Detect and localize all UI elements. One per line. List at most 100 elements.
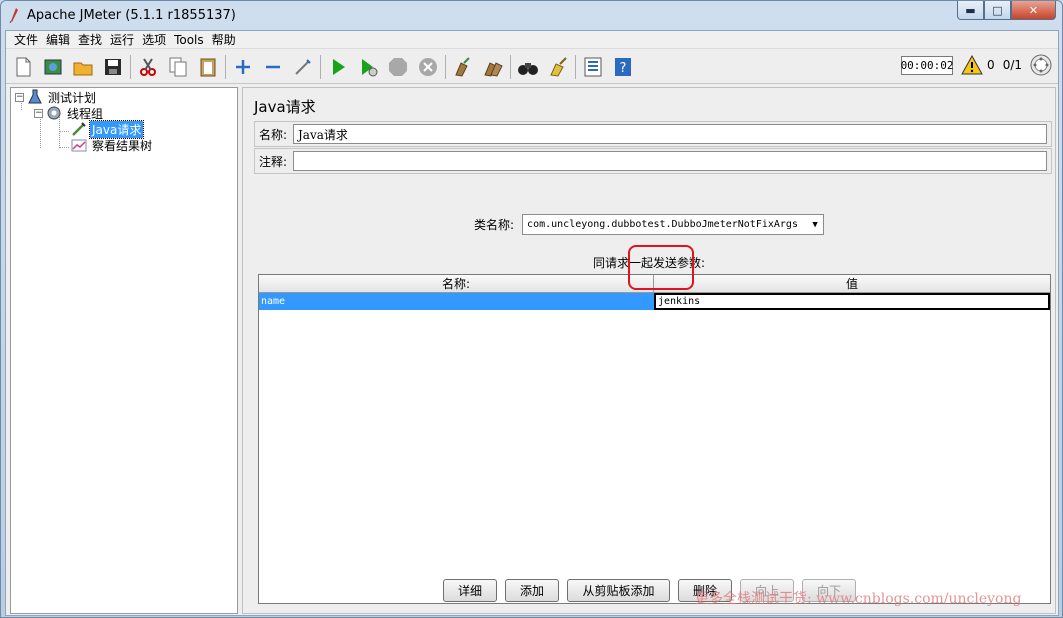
dropdown-arrow-icon[interactable]: ▼	[807, 220, 823, 230]
play-icon	[333, 58, 345, 75]
shutdown-icon	[419, 57, 437, 76]
reset-search-button[interactable]	[545, 54, 571, 80]
detail-button[interactable]: 详细	[443, 579, 497, 602]
open-folder-icon	[73, 62, 93, 75]
new-file-icon	[16, 57, 31, 76]
warning-icon[interactable]	[961, 55, 983, 75]
cut-button[interactable]	[135, 54, 161, 80]
name-input[interactable]: Java请求	[293, 124, 1047, 144]
column-header-name[interactable]: 名称:	[259, 275, 654, 292]
clear-all-button[interactable]	[480, 54, 506, 80]
test-plan-tree: − 测试计划 − 线程组 Java请求 察看结果树	[10, 87, 238, 614]
minimize-button[interactable]: ▬	[957, 1, 984, 20]
new-button[interactable]	[10, 54, 36, 80]
toolbar-status: 00:00:02 0 0/1	[901, 54, 1052, 76]
start-button[interactable]	[325, 54, 351, 80]
toolbar-separator	[510, 54, 511, 79]
comment-label: 注释:	[259, 154, 288, 169]
list-icon	[584, 57, 602, 76]
gear-icon	[47, 106, 61, 120]
panel-title: Java请求	[254, 98, 316, 116]
comment-field-group: 注释:	[254, 148, 1052, 174]
classname-select[interactable]: com.uncleyong.dubbotest.DubboJmeterNotFi…	[522, 214, 825, 235]
param-name-cell[interactable]: name	[259, 293, 654, 310]
classname-value: com.uncleyong.dubbotest.DubboJmeterNotFi…	[527, 219, 798, 230]
toggle-button[interactable]	[290, 54, 316, 80]
status-indicator-icon	[1030, 54, 1052, 76]
tree-connector	[59, 147, 69, 148]
tree-node-java-request[interactable]: Java请求	[71, 119, 145, 139]
active-threads: 0/1	[1002, 58, 1022, 72]
maximize-button[interactable]: □	[984, 1, 1011, 20]
param-value-cell[interactable]: jenkins	[654, 293, 1050, 310]
minimize-icon: ▬	[965, 3, 976, 17]
shutdown-button[interactable]	[415, 54, 441, 80]
toolbar-separator	[575, 54, 576, 79]
menu-edit[interactable]: 编辑	[42, 31, 74, 48]
table-row[interactable]: name jenkins	[259, 293, 1050, 310]
collapse-toggle-icon[interactable]: −	[15, 92, 24, 102]
help-icon: ?	[615, 57, 631, 76]
tree-label: 察看结果树	[92, 138, 153, 153]
scissors-icon	[140, 57, 156, 76]
paste-button[interactable]	[195, 54, 221, 80]
java-request-panel: Java请求 名称: Java请求 注释: 类名称: com.uncleyong…	[242, 87, 1056, 614]
classname-row: 类名称: com.uncleyong.dubbotest.DubboJmeter…	[474, 214, 825, 235]
maximize-icon: □	[992, 3, 1003, 17]
save-button[interactable]	[100, 54, 126, 80]
reset-search-broom-icon	[550, 56, 567, 77]
open-button[interactable]	[70, 54, 96, 80]
clear-button[interactable]	[450, 54, 476, 80]
svg-text:?: ?	[620, 61, 627, 76]
tree-node-view-results-tree[interactable]: 察看结果树	[71, 137, 154, 153]
title-bar: Apache JMeter (5.1.1 r1855137) ▬ □ ✕	[1, 1, 1062, 29]
help-button[interactable]: ?	[610, 54, 636, 80]
tree-connector	[59, 131, 69, 132]
add-from-clipboard-button[interactable]: 从剪贴板添加	[567, 579, 670, 602]
classname-label: 类名称:	[474, 218, 515, 232]
column-header-value[interactable]: 值	[654, 275, 1050, 292]
menu-run[interactable]: 运行	[106, 31, 138, 48]
tree-node-thread-group[interactable]: − 线程组	[34, 105, 105, 121]
function-helper-button[interactable]	[580, 54, 606, 80]
plus-icon	[236, 59, 250, 74]
menu-file[interactable]: 文件	[10, 31, 42, 48]
test-plan-icon	[28, 89, 42, 104]
toolbar-separator	[445, 54, 446, 79]
menu-help[interactable]: 帮助	[208, 31, 240, 48]
menu-tools[interactable]: Tools	[170, 33, 208, 47]
name-label: 名称:	[259, 127, 288, 142]
client-area: 文件 编辑 查找 运行 选项 Tools 帮助 ? 00:00:02 0 0/1…	[5, 30, 1059, 616]
tree-label: Java请求	[88, 119, 145, 139]
window-title: Apache JMeter (5.1.1 r1855137)	[27, 7, 236, 23]
menu-bar: 文件 编辑 查找 运行 选项 Tools 帮助	[6, 31, 1058, 49]
copy-button[interactable]	[165, 54, 191, 80]
tree-label: 测试计划	[48, 90, 97, 105]
templates-button[interactable]	[40, 54, 66, 80]
toolbar: ? 00:00:02 0 0/1	[6, 50, 1058, 84]
collapse-button[interactable]	[260, 54, 286, 80]
menu-search[interactable]: 查找	[74, 31, 106, 48]
search-button[interactable]	[515, 54, 541, 80]
binoculars-icon	[518, 62, 538, 75]
paste-clipboard-icon	[200, 58, 216, 76]
stop-button[interactable]	[385, 54, 411, 80]
comment-input[interactable]	[293, 151, 1047, 171]
elapsed-timer: 00:00:02	[901, 55, 954, 75]
stop-icon	[389, 57, 407, 76]
toggle-wand-icon	[295, 58, 311, 75]
watermark-text: 更多全栈测试干货: www.cnblogs.com/uncleyong	[695, 591, 1022, 607]
toolbar-separator	[320, 54, 321, 79]
error-count: 0	[987, 58, 995, 72]
params-table: 名称: 值 name jenkins	[258, 274, 1051, 604]
menu-options[interactable]: 选项	[138, 31, 170, 48]
start-no-pauses-button[interactable]	[355, 54, 381, 80]
copy-icon	[169, 57, 187, 76]
expand-button[interactable]	[230, 54, 256, 80]
pipette-icon	[72, 122, 86, 136]
tree-node-test-plan[interactable]: − 测试计划	[15, 89, 98, 105]
close-button[interactable]: ✕	[1011, 1, 1056, 20]
collapse-toggle-icon[interactable]: −	[34, 108, 43, 118]
toolbar-separator	[130, 54, 131, 79]
add-button[interactable]: 添加	[505, 579, 559, 602]
